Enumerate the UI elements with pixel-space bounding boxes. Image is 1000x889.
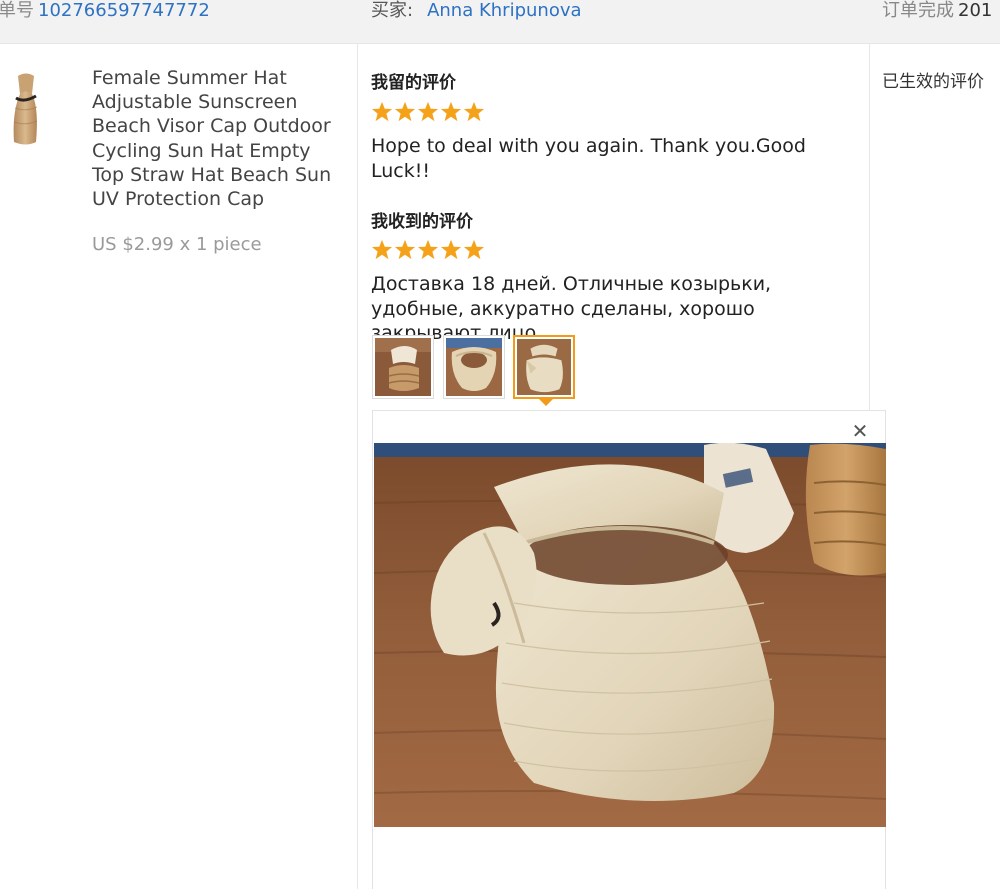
star-icon	[394, 239, 416, 260]
feedback-status: 已生效的评价	[882, 72, 984, 92]
column-divider	[357, 44, 358, 889]
star-icon	[371, 101, 393, 122]
star-icon	[440, 239, 462, 260]
product-title-link[interactable]: Female Summer Hat Adjustable Sunscreen B…	[92, 66, 342, 211]
received-feedback-rating	[371, 239, 485, 260]
my-feedback-title: 我留的评价	[371, 73, 456, 93]
my-feedback-text: Hope to deal with you again. Thank you.G…	[371, 135, 806, 182]
order-number-label: 单号	[0, 0, 34, 21]
star-icon	[417, 101, 439, 122]
received-feedback-title: 我收到的评价	[371, 212, 473, 232]
close-icon[interactable]: ✕	[851, 421, 869, 441]
star-icon	[440, 101, 462, 122]
star-icon	[417, 239, 439, 260]
order-completed-label: 订单完成	[882, 0, 954, 21]
buyer-label: 买家:	[371, 0, 414, 21]
product-price: US $2.99 x 1 piece	[92, 234, 262, 255]
order-header-bar: 单号 102766597747772 买家: Anna Khripunova 订单完…	[0, 0, 1000, 44]
order-completed-date: 201	[958, 0, 993, 21]
review-photo-large	[374, 443, 886, 827]
straw-visor-hat-icon[interactable]	[6, 72, 46, 148]
review-photo-thumbnail-3[interactable]	[513, 335, 575, 399]
order-completed-cell: 订单完成 201	[882, 0, 992, 22]
buyer-cell: 买家: Anna Khripunova	[371, 0, 582, 22]
selected-thumbnail-indicator	[538, 398, 554, 406]
star-icon	[463, 239, 485, 260]
review-photo-thumbnail-2[interactable]	[443, 335, 505, 399]
buyer-name-link[interactable]: Anna Khripunova	[427, 0, 581, 21]
my-feedback-rating	[371, 101, 485, 122]
photo-preview-panel: ✕	[372, 410, 886, 889]
order-number-cell: 单号 102766597747772	[0, 0, 210, 22]
star-icon	[463, 101, 485, 122]
star-icon	[394, 101, 416, 122]
order-number-link[interactable]: 102766597747772	[38, 0, 210, 21]
star-icon	[371, 239, 393, 260]
review-photo-thumbnail-1[interactable]	[372, 335, 434, 399]
